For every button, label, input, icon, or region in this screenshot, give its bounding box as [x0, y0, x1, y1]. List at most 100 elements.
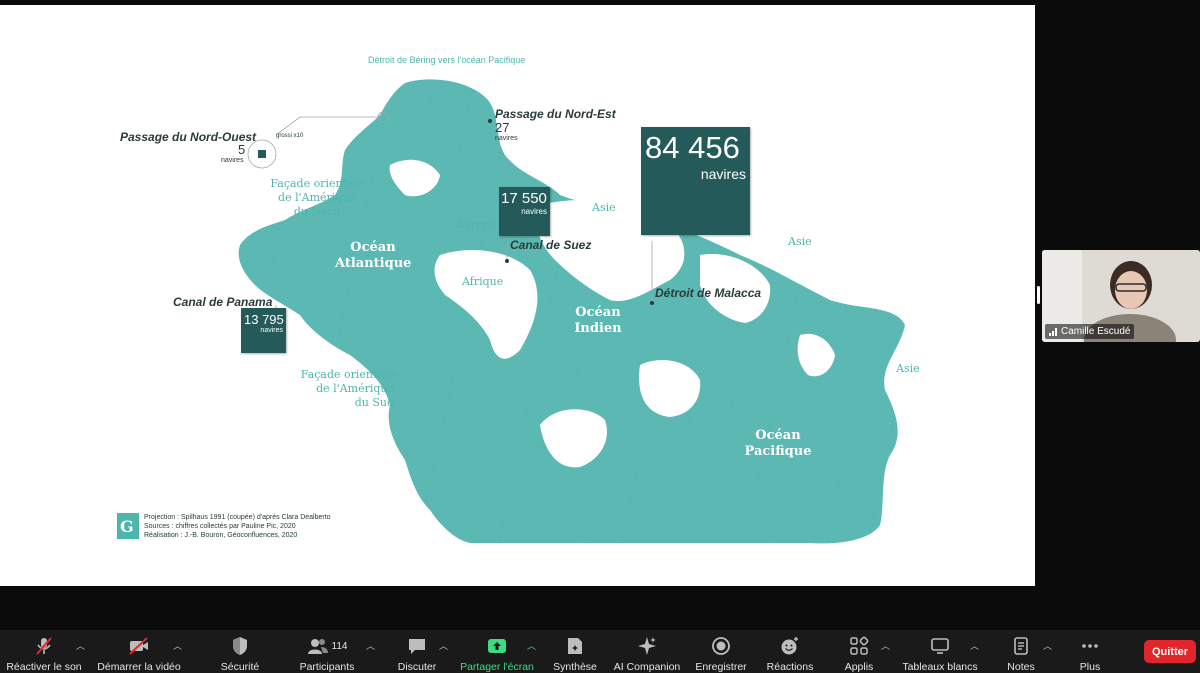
nw-passage-unit: navires [221, 157, 244, 164]
participant-video[interactable]: Camille Escudé [1042, 250, 1200, 342]
video-off-icon [128, 634, 150, 658]
panel-resize-handle[interactable] [1037, 286, 1040, 304]
ai-companion-button[interactable]: AI Companion [612, 630, 682, 673]
shield-icon [231, 634, 249, 658]
region-ams-line2: de l'Amérique [316, 382, 394, 395]
region-asie-1: Asie [592, 201, 616, 214]
participants-icon-wrap: 114 [307, 634, 348, 658]
more-button[interactable]: Plus [1070, 630, 1110, 673]
participant-name-tag: Camille Escudé [1045, 324, 1135, 339]
summary-label: Synthèse [553, 661, 597, 673]
shared-screen: Détroit de Béring vers l'océan Pacifique… [0, 5, 1035, 586]
participant-name: Camille Escudé [1061, 326, 1131, 337]
ai-companion-label: AI Companion [613, 661, 681, 673]
ocean-pacifique: Océan Pacifique [740, 428, 816, 460]
nw-passage-name: Passage du Nord-Ouest [120, 130, 257, 144]
malacca-unit: navires [700, 166, 746, 182]
security-label: Sécurité [220, 661, 260, 673]
svg-text:G: G [120, 517, 134, 536]
audio-options-caret[interactable]: ︿ [76, 639, 85, 652]
chat-label: Discuter [397, 661, 437, 673]
suez-box: 17 550 navires [499, 187, 550, 236]
share-screen-button[interactable]: Partager l'écran [458, 630, 536, 673]
panama-box: 13 795 navires [241, 308, 286, 353]
participants-label: Participants [299, 661, 355, 673]
whiteboard-icon [930, 634, 950, 658]
record-icon [711, 634, 731, 658]
malacca-name: Détroit de Malacca [655, 286, 762, 300]
more-label: Plus [1079, 661, 1101, 673]
participants-count: 114 [331, 640, 348, 652]
chat-caret[interactable]: ︿ [439, 639, 448, 652]
chat-button[interactable]: Discuter [390, 630, 444, 673]
nw-passage-count: 5 [238, 142, 246, 157]
credits-sources: Sources : chiffres collectés par Pauline… [144, 523, 296, 530]
summary-icon [566, 634, 584, 658]
region-ams-line1: Façade orientale [300, 368, 394, 381]
region-afrique: Afrique [462, 275, 504, 288]
geoconfluences-logo: G [117, 513, 139, 539]
zoom-meeting-window: Détroit de Béring vers l'océan Pacifique… [0, 0, 1200, 673]
ocean-indien-line1: Océan [575, 305, 621, 320]
reactions-icon [780, 634, 800, 658]
spilhaus-map [238, 79, 906, 544]
record-label: Enregistrer [695, 661, 747, 673]
ne-passage-count: 27 [495, 120, 510, 135]
region-amerique-sud: Façade orientale de l'Amérique du Sud [296, 368, 394, 410]
ocean-indien: Océan Indien [565, 305, 631, 337]
summary-button[interactable]: Synthèse [547, 630, 603, 673]
panama-count: 13 795 [244, 312, 284, 327]
apps-button[interactable]: Applis [835, 630, 883, 673]
notes-label: Notes [1007, 661, 1035, 673]
notes-icon [1012, 634, 1030, 658]
unmute-button[interactable]: Réactiver le son [5, 630, 83, 673]
apps-label: Applis [844, 661, 874, 673]
region-amn-line1: Façade orientale [270, 177, 364, 190]
whiteboards-caret[interactable]: ︿ [970, 639, 979, 652]
participants-icon [307, 639, 328, 654]
whiteboards-button[interactable]: Tableaux blancs [900, 630, 980, 673]
quit-meeting-button[interactable]: Quitter [1144, 640, 1196, 663]
suez-unit: navires [521, 207, 547, 216]
ocean-pacifique-line2: Pacifique [744, 444, 812, 459]
ocean-indien-line2: Indien [574, 321, 622, 336]
credits-projection: Projection : Spilhaus 1991 (coupée) d'ap… [144, 514, 331, 521]
suez-count: 17 550 [501, 190, 547, 207]
region-europe: Europe [456, 218, 497, 231]
participants-button[interactable]: 114 Participants [293, 630, 361, 673]
region-asie-2: Asie [788, 235, 812, 248]
nw-zoom-note: grossi x10 [276, 133, 304, 139]
reactions-button[interactable]: Réactions [762, 630, 818, 673]
share-caret[interactable]: ︿ [527, 639, 536, 652]
participants-caret[interactable]: ︿ [366, 639, 375, 652]
more-icon [1080, 634, 1100, 658]
security-button[interactable]: Sécurité [210, 630, 270, 673]
start-video-button[interactable]: Démarrer la vidéo [95, 630, 183, 673]
ne-passage-name: Passage du Nord-Est [495, 107, 616, 121]
chat-icon [407, 634, 427, 658]
record-button[interactable]: Enregistrer [692, 630, 750, 673]
notes-caret[interactable]: ︿ [1043, 639, 1052, 652]
credits-realisation: Réalisation : J.-B. Bouron, Géoconfluenc… [144, 532, 298, 539]
mic-muted-icon [34, 634, 54, 658]
bering-title: Détroit de Béring vers l'océan Pacifique [368, 55, 526, 65]
suez-name: Canal de Suez [510, 238, 592, 252]
unmute-label: Réactiver le son [6, 661, 82, 673]
reactions-label: Réactions [766, 661, 814, 673]
region-amn-line2: de l'Amérique [278, 191, 356, 204]
malacca-count: 84 456 [645, 130, 740, 165]
notes-button[interactable]: Notes [1000, 630, 1042, 673]
share-screen-icon [487, 634, 507, 658]
region-asie-3: Asie [896, 362, 920, 375]
ocean-atlantique-line1: Océan [350, 240, 396, 255]
ocean-atlantique: Océan Atlantique [335, 240, 411, 272]
map-credits: Projection : Spilhaus 1991 (coupée) d'ap… [144, 513, 331, 540]
panama-name: Canal de Panama [173, 295, 273, 309]
ocean-pacifique-line1: Océan [755, 428, 801, 443]
share-screen-label: Partager l'écran [460, 661, 534, 673]
ocean-atlantique-line2: Atlantique [335, 256, 412, 271]
video-options-caret[interactable]: ︿ [173, 639, 182, 652]
sparkle-icon [637, 634, 657, 658]
apps-caret[interactable]: ︿ [881, 639, 890, 652]
meeting-toolbar: Réactiver le son ︿ Démarrer la vidéo ︿ S… [0, 630, 1200, 673]
